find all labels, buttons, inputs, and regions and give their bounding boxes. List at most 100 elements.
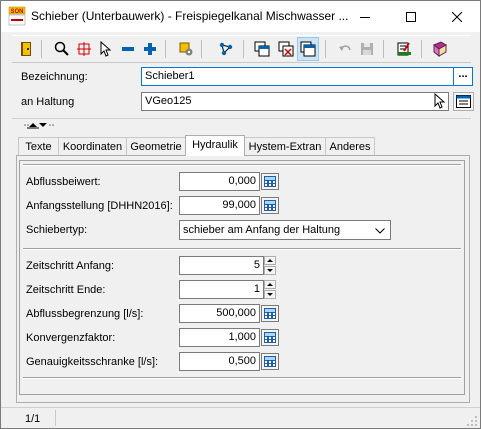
undo-button[interactable] [334, 38, 356, 60]
exit-icon [21, 42, 31, 56]
splitter-bar[interactable] [12, 118, 471, 131]
calculator-icon [261, 173, 279, 190]
abflussbeiwert-input[interactable]: 0,000 [179, 172, 260, 191]
konvergenzfaktor-input[interactable]: 1,000 [179, 328, 260, 347]
haltung-input[interactable]: VGeo125 [141, 92, 449, 111]
window-close-icon [278, 41, 294, 57]
select-button[interactable] [95, 38, 117, 60]
tab-anderes[interactable]: Anderes [325, 137, 375, 155]
spin-up-button[interactable] [264, 280, 276, 289]
tab-geometrie[interactable]: Geometrie [126, 137, 186, 155]
plus-icon [144, 43, 156, 55]
abflussbeiwert-calc-button[interactable] [261, 173, 279, 190]
network-button[interactable] [215, 38, 237, 60]
chevron-down-icon [375, 228, 385, 234]
book-icon [433, 41, 447, 57]
window-title: Schieber (Unterbauwerk) - Freispiegelkan… [31, 9, 349, 23]
minus-icon [122, 47, 134, 51]
window-stack-button[interactable] [251, 38, 273, 60]
abflussbegrenzung-label: Abflussbegrenzung [l/s]: [26, 308, 144, 320]
close-icon [452, 11, 462, 22]
undo-icon [339, 45, 351, 51]
pick-arrow-button[interactable] [433, 92, 447, 109]
hydraulik-inner-frame: Abflussbeiwert: 0,000 Anfangsstellung [D… [19, 160, 465, 395]
genauigkeitsschranke-input[interactable]: 0,500 [179, 352, 260, 371]
header-fields: Bezeichnung: Schieber1 ... an Haltung VG… [12, 63, 474, 115]
toolbar-separator [165, 40, 166, 58]
title-bar[interactable]: SON Schieber (Unterbauwerk) - Freispiege… [1, 1, 480, 32]
close-button[interactable] [434, 1, 480, 32]
schiebertyp-select[interactable]: schieber am Anfang der Haltung [179, 220, 391, 240]
spin-down-button[interactable] [264, 290, 276, 299]
save-button[interactable] [356, 38, 378, 60]
bezeichnung-ellipsis-button[interactable]: ... [453, 67, 473, 86]
record-counter: 1/1 [12, 410, 56, 426]
dialog-window: SON Schieber (Unterbauwerk) - Freispiege… [0, 0, 481, 429]
calculator-icon [261, 353, 279, 370]
toolbar [12, 35, 471, 63]
exit-button[interactable] [16, 38, 38, 60]
zeitschritt-anfang-input[interactable]: 5 [179, 256, 264, 275]
minimize-button[interactable] [342, 1, 388, 32]
bezeichnung-label: Bezeichnung: [21, 71, 88, 83]
maximize-icon [406, 11, 416, 22]
spin-down-button[interactable] [264, 266, 276, 275]
ellipsis-label: ... [458, 67, 468, 80]
save-icon [361, 43, 373, 55]
tab-koordinaten[interactable]: Koordinaten [58, 137, 127, 155]
abflussbegrenzung-calc-button[interactable] [261, 305, 279, 322]
spin-up-button[interactable] [264, 256, 276, 265]
haltung-table-button[interactable] [453, 92, 474, 111]
maximize-button[interactable] [388, 1, 434, 32]
status-bar: 1/1 [1, 407, 480, 429]
crosshair-button[interactable] [73, 38, 95, 60]
toolbar-separator [201, 40, 202, 58]
schiebertyp-value: schieber am Anfang der Haltung [183, 224, 341, 236]
zeitschritt-ende-input[interactable]: 1 [179, 280, 264, 299]
book-button[interactable] [429, 38, 451, 60]
bezeichnung-input[interactable]: Schieber1 [141, 67, 459, 86]
toolbar-separator [243, 40, 244, 58]
window-close-button[interactable] [275, 38, 297, 60]
toolbar-separator [41, 40, 42, 58]
splitter-grip-icon [24, 123, 54, 129]
hydraulik-panel: Abflussbeiwert: 0,000 Anfangsstellung [D… [16, 155, 470, 403]
section-divider [23, 164, 461, 166]
toolbar-separator [421, 40, 422, 58]
zoom-in-button[interactable] [139, 38, 161, 60]
genauigkeitsschranke-label: Genauigkeitsschranke [l/s]: [26, 356, 159, 368]
settings-button[interactable] [175, 38, 197, 60]
zeitschritt-ende-label: Zeitschritt Ende: [26, 284, 106, 296]
edit-icon [397, 42, 411, 56]
resize-grip-icon[interactable] [466, 415, 478, 427]
app-icon: SON [8, 6, 26, 26]
anfangsstellung-input[interactable]: 99,000 [179, 196, 260, 215]
table-icon [456, 95, 471, 108]
edit-button[interactable] [393, 38, 415, 60]
window-copy-icon [300, 41, 316, 57]
zeitschritt-ende-spinner[interactable] [264, 280, 276, 299]
konvergenzfaktor-calc-button[interactable] [261, 329, 279, 346]
window-stack-icon [254, 41, 270, 57]
select-arrow-icon [100, 41, 112, 57]
tab-hystem-extran[interactable]: Hystem-Extran [244, 137, 326, 155]
arrow-down-icon [267, 269, 273, 272]
calculator-icon [261, 197, 279, 214]
arrow-up-icon [267, 283, 273, 286]
tab-texte[interactable]: Texte [18, 137, 59, 155]
zoom-out-button[interactable] [117, 38, 139, 60]
toolbar-separator [383, 40, 384, 58]
zeitschritt-anfang-spinner[interactable] [264, 256, 276, 275]
anfangsstellung-calc-button[interactable] [261, 197, 279, 214]
calculator-icon [261, 305, 279, 322]
genauigkeitsschranke-calc-button[interactable] [261, 353, 279, 370]
zeitschritt-anfang-label: Zeitschritt Anfang: [26, 260, 115, 272]
tab-hydraulik[interactable]: Hydraulik [185, 135, 245, 156]
abflussbegrenzung-input[interactable]: 500,000 [179, 304, 260, 323]
calculator-icon [261, 329, 279, 346]
zoom-button[interactable] [51, 38, 73, 60]
crosshair-icon [77, 42, 91, 56]
toolbar-separator [325, 40, 326, 58]
zoom-icon [54, 41, 69, 56]
window-copy-button[interactable] [297, 37, 319, 61]
